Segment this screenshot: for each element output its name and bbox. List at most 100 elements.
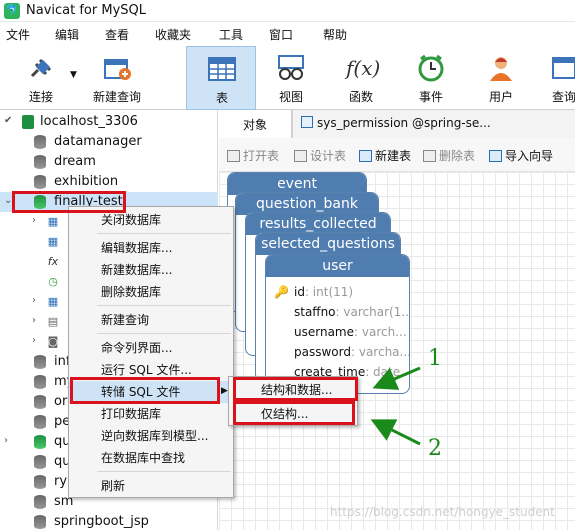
new-table-label: 新建表 — [375, 149, 412, 163]
menu-window[interactable]: 窗口 — [269, 26, 293, 43]
user-label: 用户 — [488, 90, 513, 104]
menu-view[interactable]: 查看 — [105, 26, 129, 43]
database-icon — [34, 515, 46, 529]
field-type: : date... — [365, 365, 410, 379]
object-toolbar: 打开表 设计表 新建表 删除表 导入向导 — [219, 138, 575, 172]
event-button[interactable]: 事件 — [396, 46, 466, 110]
menu-delete-database[interactable]: 删除数据库 — [69, 281, 233, 303]
tab-sys-permission[interactable]: sys_permission @spring-se... — [292, 110, 575, 138]
event-clock-icon — [418, 54, 444, 82]
function-button[interactable]: f(x) 函数 — [326, 46, 396, 110]
table-icon — [208, 57, 236, 81]
menu-refresh[interactable]: 刷新 — [69, 475, 233, 497]
submenu-arrow-icon: ▶ — [221, 386, 228, 396]
new-query-button[interactable]: 新建查询 — [82, 46, 154, 110]
query-icon — [552, 57, 575, 79]
menu-command-line[interactable]: 命令列界面... — [69, 337, 233, 359]
menu-favorites[interactable]: 收藏夹 — [155, 26, 191, 43]
table-card-title: user — [266, 255, 409, 277]
main-toolbar: 连接 ▼ 新建查询 表 视图 f(x) 函数 事件 用户 查询 — [0, 46, 575, 110]
connect-dropdown-icon[interactable]: ▼ — [70, 70, 77, 80]
open-table-button[interactable]: 打开表 — [227, 147, 279, 164]
field-row: password: varcha... — [294, 345, 410, 359]
query-button[interactable]: 查询 — [536, 46, 575, 110]
new-query-icon — [104, 59, 131, 80]
reports-icon: ▤ — [47, 315, 59, 328]
highlight-finally-test — [12, 191, 126, 213]
open-table-icon — [227, 150, 240, 162]
database-icon — [34, 375, 46, 389]
collapse-icon[interactable]: ✔ — [4, 115, 16, 126]
host-label: localhost_3306 — [40, 114, 138, 129]
menu-separator — [97, 233, 231, 234]
tables-icon: ▦ — [47, 215, 59, 228]
field-name: password — [294, 345, 351, 359]
views-icon: ▦ — [47, 235, 59, 248]
tree-db[interactable]: springboot_jsp — [0, 512, 218, 532]
db-label: datamanager — [54, 134, 142, 149]
open-database-icon — [34, 435, 46, 449]
expand-icon[interactable]: › — [32, 215, 44, 226]
annotation-number-one: 1 — [428, 346, 442, 371]
menu-print-database[interactable]: 打印数据库 — [69, 403, 233, 425]
new-table-icon — [359, 150, 372, 162]
menu-new-query[interactable]: 新建查询 — [69, 309, 233, 331]
tree-db[interactable]: exhibition — [0, 172, 218, 192]
queries-icon: ▦ — [47, 295, 59, 308]
design-table-icon — [294, 150, 307, 162]
table-card-user[interactable]: user 🔑 id: int(11) staffno: varchar(1...… — [265, 254, 410, 394]
expand-icon[interactable]: › — [32, 295, 44, 306]
tab-objects[interactable]: 对象 — [219, 110, 292, 138]
event-label: 事件 — [418, 90, 443, 104]
field-name: username — [294, 325, 354, 339]
field-name: staffno — [294, 305, 336, 319]
tree-db[interactable]: datamanager — [0, 132, 218, 152]
field-name: id — [294, 285, 305, 299]
new-query-label: 新建查询 — [92, 90, 141, 104]
tree-db[interactable]: dream — [0, 152, 218, 172]
delete-table-button[interactable]: 删除表 — [423, 147, 475, 164]
function-label: 函数 — [348, 90, 373, 104]
primary-key-icon: 🔑 — [274, 285, 289, 299]
menu-reverse-to-model[interactable]: 逆向数据库到模型... — [69, 425, 233, 447]
database-icon — [34, 135, 46, 149]
events-icon: ◷ — [48, 275, 58, 288]
table-button[interactable]: 表 — [186, 46, 256, 110]
menu-edit[interactable]: 编辑 — [55, 26, 79, 43]
menu-find-in-database[interactable]: 在数据库中查找 — [69, 447, 233, 469]
database-icon — [34, 175, 46, 189]
menu-separator — [97, 333, 231, 334]
database-context-menu: 关闭数据库 编辑数据库... 新建数据库... 删除数据库 新建查询 命令列界面… — [68, 206, 234, 498]
connect-button[interactable]: 连接 — [6, 46, 76, 110]
field-type: : varch... — [354, 325, 407, 339]
menu-edit-database[interactable]: 编辑数据库... — [69, 237, 233, 259]
database-icon — [34, 355, 46, 369]
field-row: username: varch... — [294, 325, 407, 339]
expand-icon[interactable]: › — [32, 315, 44, 326]
tab-bar: 对象 sys_permission @spring-se... — [219, 110, 575, 138]
database-icon — [34, 475, 46, 489]
menu-separator — [97, 471, 231, 472]
design-table-button[interactable]: 设计表 — [294, 147, 346, 164]
tab-permission-label: sys_permission @spring-se... — [317, 116, 491, 130]
menu-new-database[interactable]: 新建数据库... — [69, 259, 233, 281]
field-type: : varcha... — [350, 345, 410, 359]
database-icon — [34, 395, 46, 409]
view-button[interactable]: 视图 — [256, 46, 326, 110]
user-button[interactable]: 用户 — [466, 46, 536, 110]
menu-file[interactable]: 文件 — [6, 26, 30, 43]
table-icon — [301, 116, 313, 128]
tree-host[interactable]: ✔ localhost_3306 — [0, 112, 218, 132]
new-table-button[interactable]: 新建表 — [359, 147, 411, 164]
field-type: : int(11) — [304, 285, 354, 299]
expand-icon[interactable]: › — [32, 335, 44, 346]
menu-help[interactable]: 帮助 — [323, 26, 347, 43]
import-wizard-button[interactable]: 导入向导 — [489, 147, 553, 164]
expand-icon[interactable]: › — [4, 435, 16, 446]
menu-tools[interactable]: 工具 — [219, 26, 243, 43]
annotation-number-two: 2 — [428, 436, 442, 461]
delete-table-icon — [423, 150, 436, 162]
db-label: or — [54, 394, 68, 409]
backups-icon: ◙ — [47, 335, 59, 348]
menu-separator — [97, 305, 231, 306]
